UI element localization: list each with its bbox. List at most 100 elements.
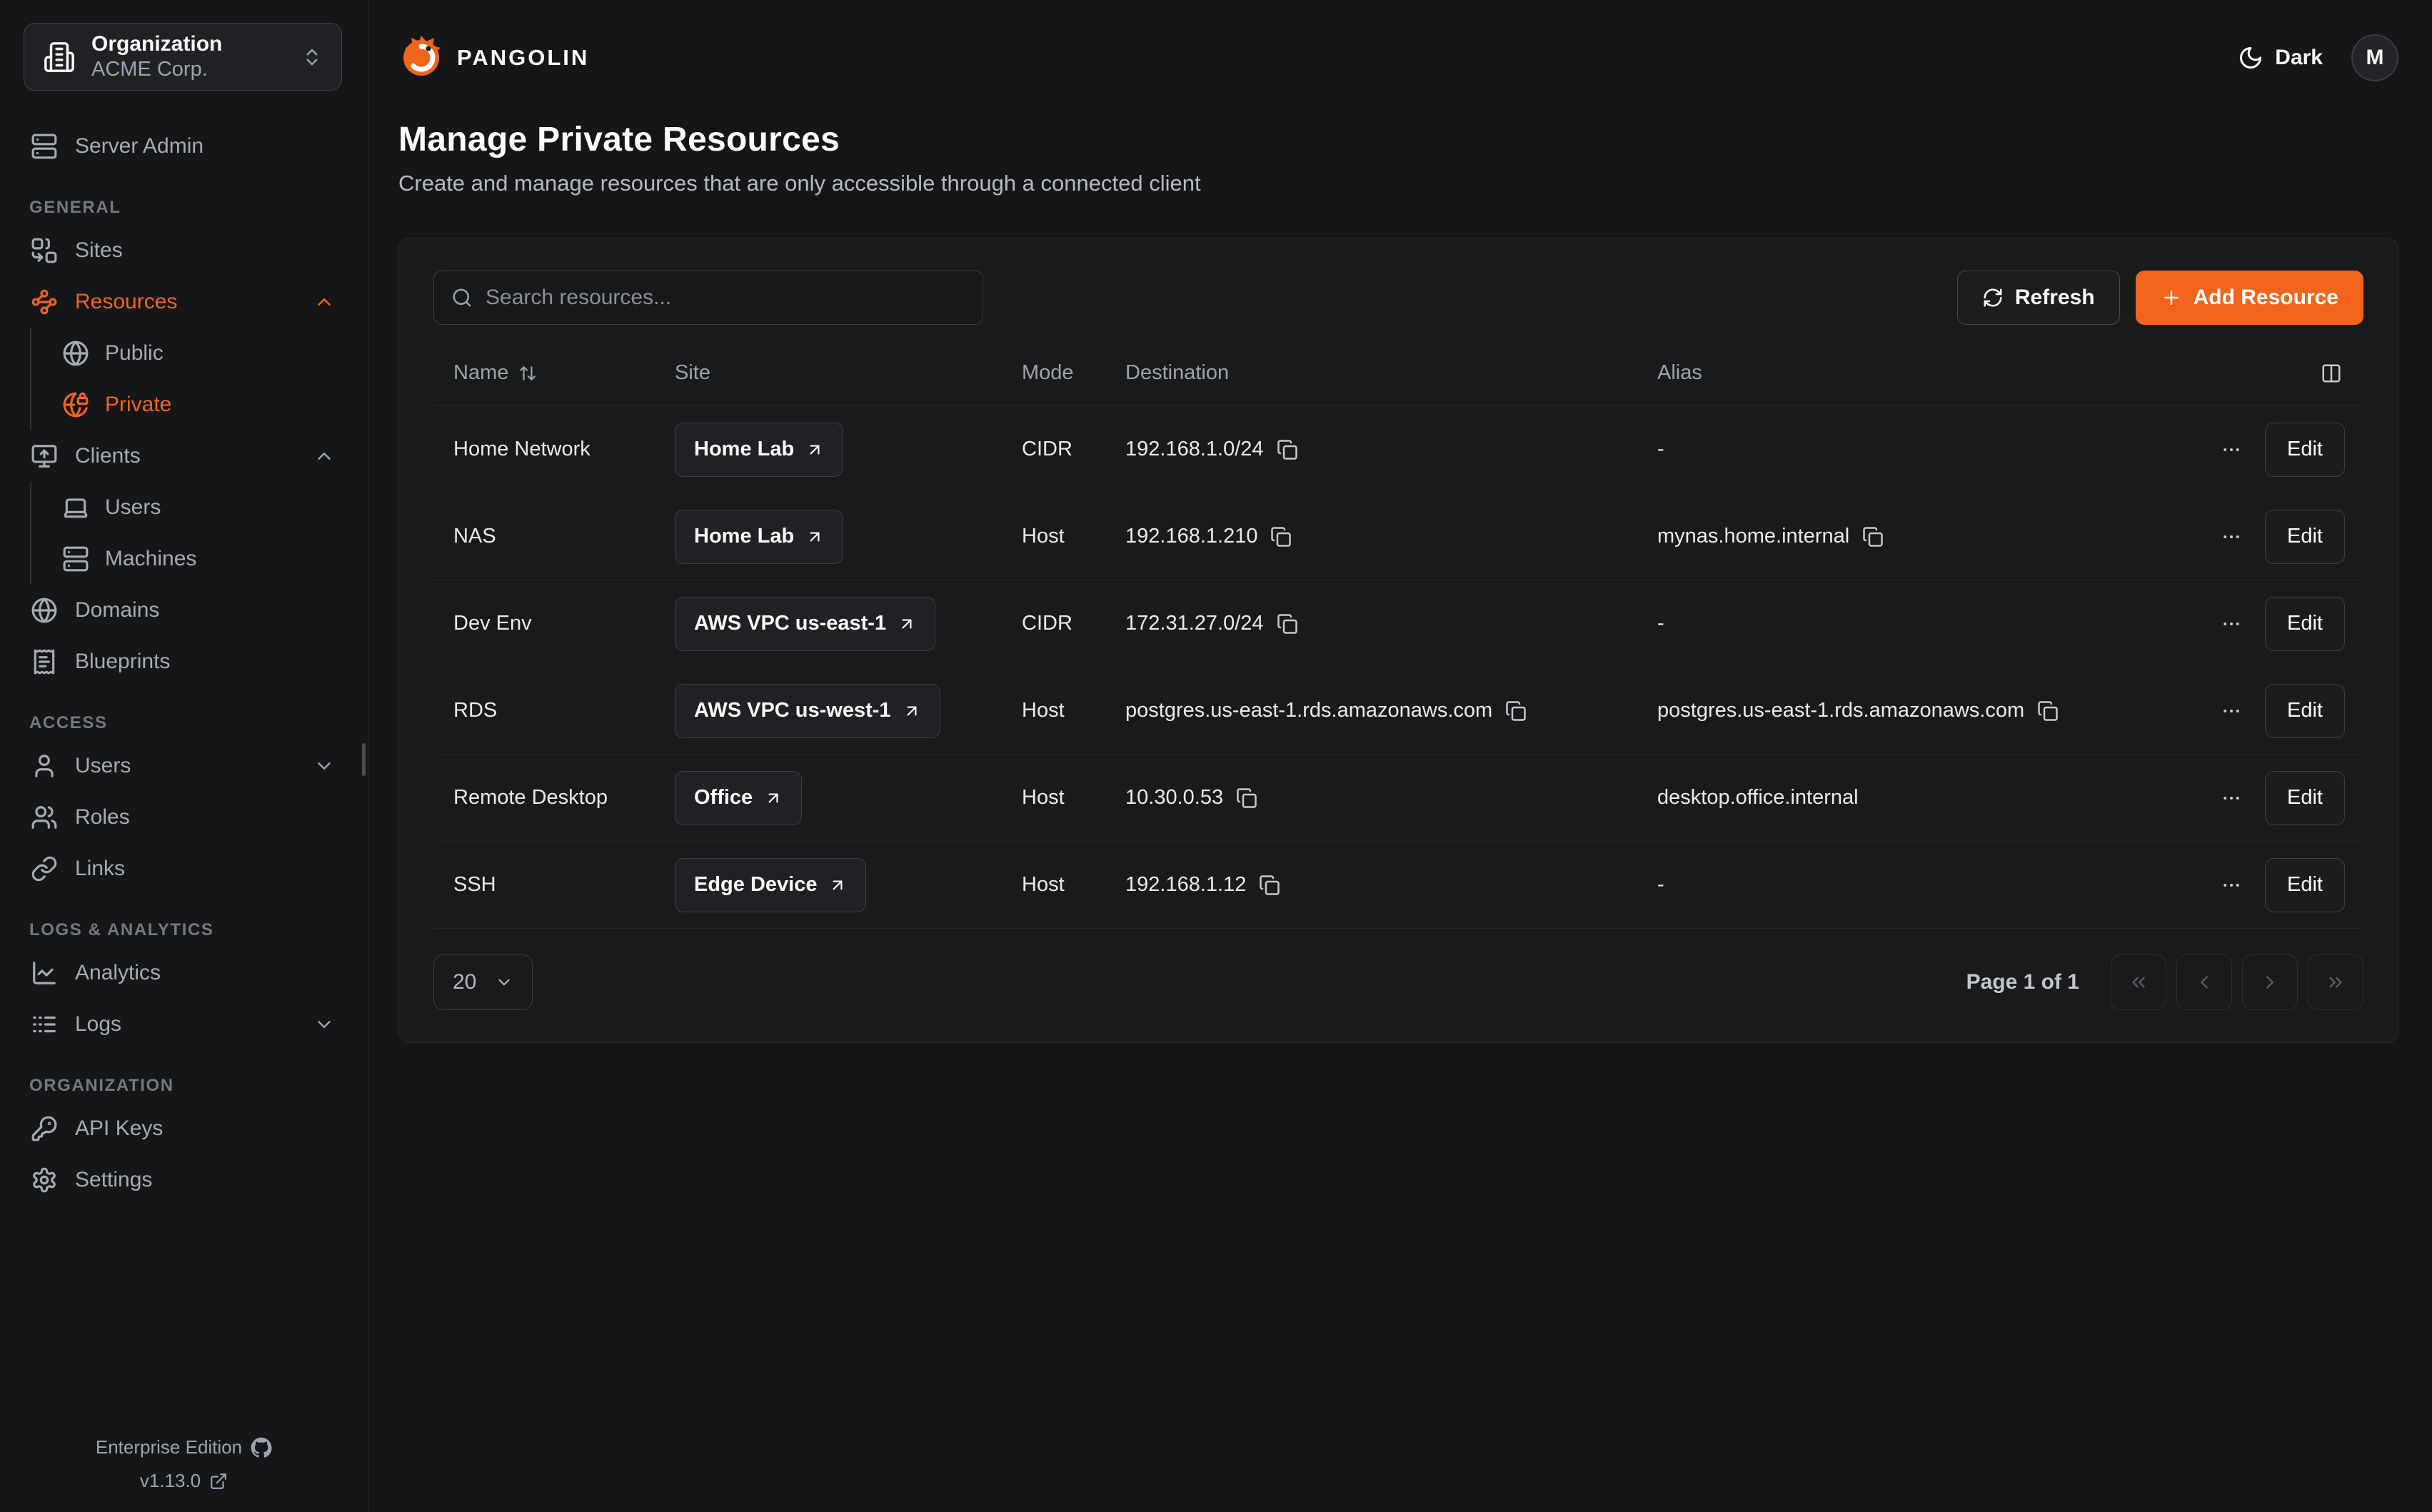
prev-page-button[interactable] <box>2176 954 2232 1010</box>
next-page-button[interactable] <box>2242 954 2298 1010</box>
copy-alias-button[interactable] <box>1862 526 1884 548</box>
edit-button[interactable]: Edit <box>2265 510 2345 564</box>
resource-destination: 192.168.1.210 <box>1125 525 1257 548</box>
resource-destination: postgres.us-east-1.rds.amazonaws.com <box>1125 699 1492 722</box>
column-header-site: Site <box>675 361 1022 385</box>
sidebar-item-public[interactable]: Public <box>55 328 342 379</box>
site-name: Home Lab <box>694 438 794 461</box>
copy-destination-button[interactable] <box>1277 613 1298 635</box>
pager-buttons <box>2111 954 2363 1010</box>
sidebar-item-label: API Keys <box>75 1117 335 1141</box>
main-content: PANGOLIN Dark M Manage Private Resources… <box>368 0 2432 1512</box>
row-menu-button[interactable] <box>2216 435 2246 465</box>
org-switcher-label: Organization <box>91 34 286 55</box>
ellipsis-icon <box>2221 526 2242 548</box>
copy-destination-button[interactable] <box>1236 787 1257 809</box>
edit-button[interactable]: Edit <box>2265 597 2345 651</box>
sidebar-item-client-users[interactable]: Users <box>55 482 342 533</box>
sidebar-item-resources[interactable]: Resources <box>24 276 342 328</box>
chevron-right-icon <box>2259 972 2281 993</box>
sidebar-item-links[interactable]: Links <box>24 843 342 894</box>
ellipsis-icon <box>2221 787 2242 809</box>
sidebar-item-label: Roles <box>75 805 335 830</box>
theme-toggle-button[interactable]: Dark <box>2238 45 2323 71</box>
copy-destination-button[interactable] <box>1270 526 1292 548</box>
org-switcher[interactable]: Organization ACME Corp. <box>24 23 342 91</box>
logs-icon <box>31 1011 58 1038</box>
sidebar-item-blueprints[interactable]: Blueprints <box>24 636 342 687</box>
site-link[interactable]: Home Lab <box>675 510 843 564</box>
chevron-up-icon <box>313 445 335 467</box>
sidebar-item-label: Analytics <box>75 961 335 985</box>
site-link[interactable]: Home Lab <box>675 423 843 477</box>
resource-mode: Host <box>1022 786 1125 810</box>
search-input[interactable] <box>486 286 965 310</box>
sidebar-item-private[interactable]: Private <box>55 379 342 430</box>
copy-destination-button[interactable] <box>1259 875 1280 896</box>
resource-destination: 10.30.0.53 <box>1125 786 1223 810</box>
copy-destination-button[interactable] <box>1505 700 1527 722</box>
user-icon <box>31 752 58 780</box>
last-page-button[interactable] <box>2308 954 2363 1010</box>
site-link[interactable]: Office <box>675 771 802 825</box>
column-label: Alias <box>1657 361 1702 385</box>
sidebar-item-machines[interactable]: Machines <box>55 533 342 585</box>
site-name: AWS VPC us-west-1 <box>694 699 891 722</box>
sidebar-item-label: Sites <box>75 238 335 263</box>
sidebar-item-roles[interactable]: Roles <box>24 792 342 843</box>
add-resource-button[interactable]: Add Resource <box>2136 271 2363 325</box>
sidebar-item-label: Private <box>105 393 335 417</box>
sidebar-item-api-keys[interactable]: API Keys <box>24 1103 342 1154</box>
ellipsis-icon <box>2221 613 2242 635</box>
site-link[interactable]: AWS VPC us-west-1 <box>675 684 940 738</box>
sidebar-item-logs[interactable]: Logs <box>24 999 342 1050</box>
avatar[interactable]: M <box>2351 34 2398 81</box>
chevron-left-icon <box>2194 972 2215 993</box>
sidebar-item-label: Users <box>105 495 335 520</box>
row-menu-button[interactable] <box>2216 783 2246 813</box>
topbar: PANGOLIN Dark M <box>398 31 2398 84</box>
edit-button[interactable]: Edit <box>2265 684 2345 738</box>
resource-alias: - <box>1657 873 1664 897</box>
sidebar-item-settings[interactable]: Settings <box>24 1154 342 1206</box>
row-menu-button[interactable] <box>2216 609 2246 639</box>
chevron-down-icon <box>313 755 335 777</box>
page-size-select[interactable]: 20 <box>433 954 533 1010</box>
first-page-button[interactable] <box>2111 954 2166 1010</box>
refresh-button[interactable]: Refresh <box>1957 271 2120 325</box>
site-link[interactable]: Edge Device <box>675 858 866 912</box>
row-menu-button[interactable] <box>2216 522 2246 552</box>
brand[interactable]: PANGOLIN <box>398 35 589 81</box>
sidebar-item-server-admin[interactable]: Server Admin <box>24 121 342 172</box>
table-header: Name Site Mode Destination Alias <box>433 341 2363 406</box>
site-link[interactable]: AWS VPC us-east-1 <box>675 597 935 651</box>
copy-destination-button[interactable] <box>1277 439 1298 460</box>
resource-destination: 192.168.1.12 <box>1125 873 1246 897</box>
sites-icon <box>31 237 58 264</box>
page-size-value: 20 <box>453 970 476 994</box>
sidebar-scrollbar-thumb[interactable] <box>362 743 366 776</box>
column-picker-button[interactable] <box>2318 360 2345 387</box>
edition-link[interactable]: Enterprise Edition <box>96 1436 272 1458</box>
version-link[interactable]: v1.13.0 <box>140 1470 228 1492</box>
sidebar-item-analytics[interactable]: Analytics <box>24 947 342 999</box>
site-name: AWS VPC us-east-1 <box>694 612 886 635</box>
github-icon <box>251 1437 272 1458</box>
edit-button[interactable]: Edit <box>2265 423 2345 477</box>
row-menu-button[interactable] <box>2216 696 2246 726</box>
sidebar-item-users[interactable]: Users <box>24 740 342 792</box>
sidebar-item-clients[interactable]: Clients <box>24 430 342 482</box>
resources-card: Refresh Add Resource Name Site Mode Dest… <box>398 238 2398 1043</box>
column-header-name[interactable]: Name <box>453 361 675 385</box>
sidebar-item-domains[interactable]: Domains <box>24 585 342 636</box>
avatar-initial: M <box>2366 46 2384 70</box>
server-icon <box>31 133 58 160</box>
column-label: Name <box>453 361 508 385</box>
edit-button[interactable]: Edit <box>2265 858 2345 912</box>
row-menu-button[interactable] <box>2216 870 2246 900</box>
edit-button[interactable]: Edit <box>2265 771 2345 825</box>
resource-alias: - <box>1657 438 1664 461</box>
copy-alias-button[interactable] <box>2037 700 2059 722</box>
resource-destination: 192.168.1.0/24 <box>1125 438 1264 461</box>
sidebar-item-sites[interactable]: Sites <box>24 225 342 276</box>
